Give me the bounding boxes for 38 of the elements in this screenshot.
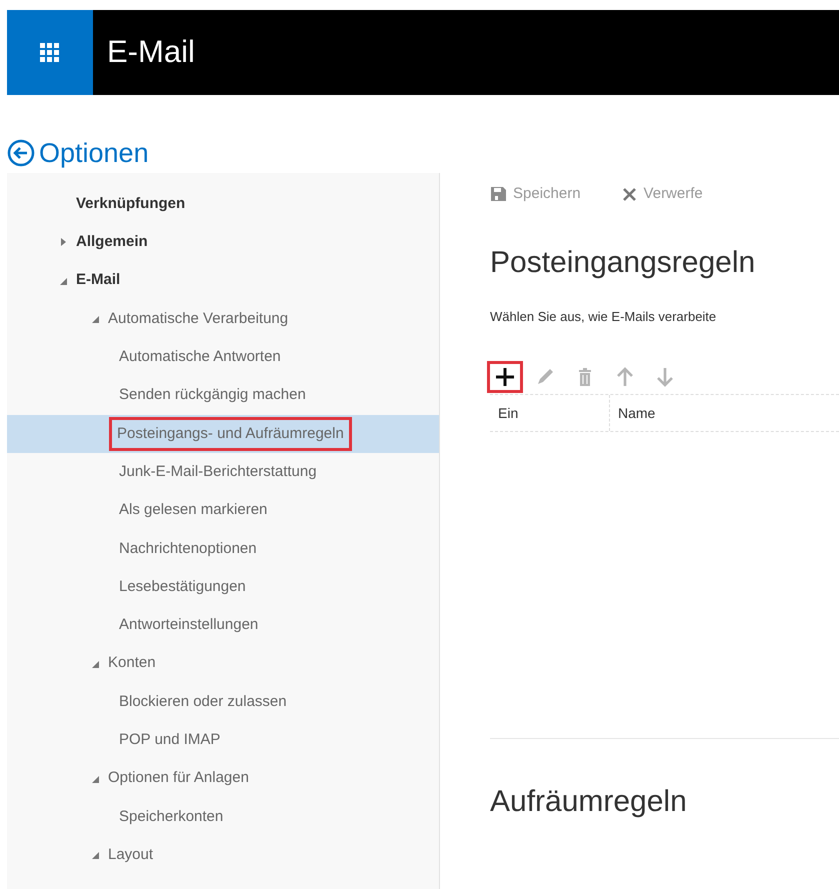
expanded-caret-icon[interactable] <box>90 774 100 784</box>
sidebar-item[interactable]: Lesebestätigungen <box>115 574 250 600</box>
sidebar-item[interactable]: Blockieren oder zulassen <box>115 688 291 716</box>
sidebar-item[interactable]: Layout <box>104 842 158 868</box>
sidebar-item[interactable]: Antworteinstellungen <box>115 612 262 639</box>
section-heading: Aufräumregeln <box>490 784 688 820</box>
expanded-caret-icon[interactable] <box>90 850 100 860</box>
sidebar-item[interactable]: Senden rückgängig machen <box>115 382 310 409</box>
save-icon <box>490 186 507 203</box>
column-header: Name <box>617 404 656 422</box>
sidebar-item[interactable]: Speicherkonten <box>115 804 228 830</box>
sidebar-item[interactable]: Allgemein <box>72 229 152 256</box>
app-launcher-button[interactable] <box>7 10 93 95</box>
sidebar-item[interactable]: Optionen für Anlagen <box>104 765 253 792</box>
close-icon <box>620 186 638 203</box>
add-icon <box>494 366 516 388</box>
back-icon[interactable] <box>7 139 35 167</box>
expanded-caret-icon[interactable] <box>90 658 100 669</box>
app-title: E-Mail <box>107 33 195 72</box>
sidebar-item[interactable]: Junk-E-Mail-Berichterstattung <box>115 458 321 486</box>
sidebar-item[interactable]: Nachrichtenoptionen <box>115 536 261 562</box>
sidebar-item[interactable]: Automatische Verarbeitung <box>104 306 292 332</box>
arrow-down-icon <box>654 366 676 388</box>
expanded-caret-icon[interactable] <box>58 276 68 286</box>
options-back-link[interactable]: Optionen <box>39 132 149 174</box>
column-header: Ein <box>490 395 610 431</box>
sidebar-item[interactable]: E-Mail <box>72 267 124 294</box>
sidebar-item[interactable]: Als gelesen markieren <box>115 497 272 524</box>
collapsed-caret-icon[interactable] <box>58 237 68 248</box>
sidebar-item[interactable]: Konten <box>104 650 160 677</box>
sidebar-item[interactable]: Verknüpfungen <box>72 190 190 218</box>
add-rule-button[interactable] <box>490 364 520 390</box>
waffle-icon <box>40 42 60 62</box>
page-heading: Posteingangsregeln <box>490 244 756 280</box>
expanded-caret-icon[interactable] <box>90 314 100 324</box>
sidebar-item[interactable]: POP und IMAP <box>115 727 224 754</box>
description-text: Wählen Sie aus, wie E-Mails verarbeite <box>490 308 718 326</box>
sidebar-item[interactable]: Automatische Antworten <box>115 344 285 371</box>
